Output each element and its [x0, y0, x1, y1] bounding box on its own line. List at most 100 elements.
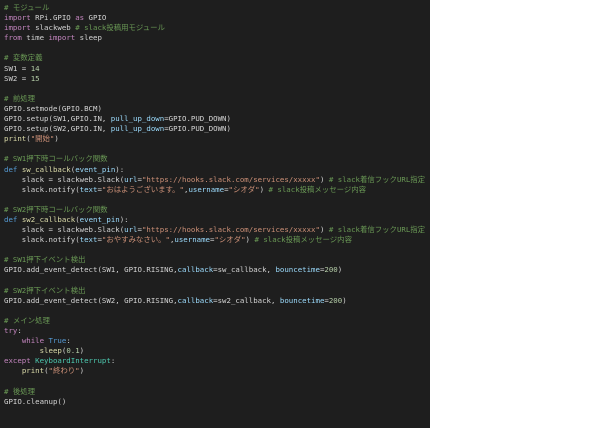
code-token: GPIO.setup(SW2,GPIO.IN,: [4, 124, 111, 134]
code-token: GPIO.setup(SW1,GPIO.IN,: [4, 114, 111, 124]
code-line: print("開始"): [4, 134, 425, 144]
code-line: while True:: [4, 336, 425, 346]
code-line: from time import sleep: [4, 33, 425, 43]
code-token: "シオダ": [228, 184, 260, 194]
code-token: ):: [115, 164, 125, 174]
code-line: # モジュール: [4, 3, 425, 13]
code-token: GPIO.add_event_detect(SW1, GPIO.RISING,: [4, 265, 178, 275]
code-token: ): [54, 134, 59, 144]
code-line: GPIO.setmode(GPIO.BCM): [4, 104, 425, 114]
code-token: pull_up_down: [110, 114, 165, 124]
code-token: # slack着信フックURL指定: [328, 225, 426, 235]
code-token: SW1 =: [4, 63, 31, 73]
code-line: slack.notify(text="おはようございます。",username=…: [4, 185, 425, 195]
code-token: username: [174, 235, 211, 245]
code-line: # SW1押下時コールバック関数: [4, 154, 425, 164]
code-token: print: [4, 134, 27, 144]
code-token: "終わり": [48, 366, 80, 376]
code-token: sw2_callback: [21, 214, 76, 224]
code-token: # SW2押下イベント検出: [4, 285, 86, 295]
code-line: slack.notify(text="おやすみなさい。",username="シ…: [4, 235, 425, 245]
code-line: slack = slackweb.Slack(url="https://hook…: [4, 175, 425, 185]
code-token: slackweb: [30, 23, 76, 33]
code-token: GPIO.add_event_detect(SW2, GPIO.RISING,: [4, 295, 178, 305]
code-line: GPIO.add_event_detect(SW2, GPIO.RISING,c…: [4, 296, 425, 306]
code-token: ): [342, 295, 347, 305]
code-token: "シオダ": [214, 235, 246, 245]
code-token: event_pin: [79, 214, 120, 224]
code-line: import RPi.GPIO as GPIO: [4, 13, 425, 23]
code-token: :: [17, 326, 22, 335]
code-line: try:: [4, 326, 425, 336]
code-token: 200: [324, 265, 338, 275]
code-token: bouncetime: [279, 295, 325, 305]
code-token: # モジュール: [4, 3, 50, 12]
code-line: sleep(0.1): [4, 346, 425, 356]
code-line: # 変数定義: [4, 53, 425, 63]
code-line: GPIO.add_event_detect(SW1, GPIO.RISING,c…: [4, 265, 425, 275]
code-token: callback: [177, 265, 214, 275]
code-block[interactable]: # モジュール import RPi.GPIO as GPIO import sla…: [4, 3, 425, 407]
code-token: # SW1押下時コールバック関数: [4, 154, 108, 164]
code-token: =GPIO.PUD_DOWN): [164, 124, 231, 134]
code-token: def: [4, 214, 18, 224]
code-line: GPIO.setup(SW1,GPIO.IN, pull_up_down=GPI…: [4, 114, 425, 124]
code-token: RPi.GPIO: [30, 13, 76, 23]
code-token: ): [79, 366, 85, 376]
code-token: as: [75, 13, 85, 23]
code-line: # 前処理: [4, 94, 425, 104]
code-token: # 前処理: [4, 93, 36, 103]
code-token: 15: [30, 73, 40, 83]
code-token: :: [110, 356, 116, 366]
code-token: import: [4, 13, 31, 23]
code-token: ):: [119, 214, 129, 224]
code-token: url: [124, 174, 138, 184]
code-line: print("終わり"): [4, 366, 425, 376]
code-token: "https://hooks.slack.com/services/xxxxx": [141, 174, 320, 184]
code-line: except KeyboardInterrupt:: [4, 356, 425, 366]
blank-area: [430, 0, 615, 428]
code-token: "https://hooks.slack.com/services/xxxxx": [141, 225, 320, 235]
code-token: 200: [328, 295, 343, 305]
code-editor[interactable]: # モジュール import RPi.GPIO as GPIO import sla…: [0, 0, 430, 428]
code-token: # SW2押下時コールバック関数: [4, 204, 108, 214]
code-token: pull_up_down: [110, 124, 165, 134]
code-token: while: [21, 336, 45, 346]
code-token: slack = slackweb.Slack(: [4, 174, 125, 184]
code-line: # 後処理: [4, 387, 425, 397]
code-token: True: [48, 336, 67, 346]
code-token: "おやすみなさい。": [101, 235, 170, 245]
code-token: 0.1: [66, 346, 80, 356]
code-token: import: [4, 23, 31, 33]
code-token: try: [4, 326, 18, 335]
code-token: "開始": [30, 134, 55, 144]
code-line: # SW2押下イベント検出: [4, 286, 425, 296]
code-line: import slackweb # slack投稿用モジュール: [4, 23, 425, 33]
code-token: # SW1押下イベント検出: [4, 255, 86, 265]
code-token: print: [21, 366, 45, 376]
code-token: username: [188, 184, 225, 194]
code-token: # slack投稿メッセージ内容: [268, 184, 367, 194]
code-token: "おはようございます。": [101, 184, 184, 194]
code-token: time: [21, 33, 49, 43]
code-token: # 変数定義: [4, 53, 43, 63]
code-token: sleep: [75, 33, 102, 43]
code-token: from: [4, 33, 22, 43]
code-token: text: [79, 235, 98, 245]
code-token: GPIO: [84, 13, 107, 23]
code-token: bouncetime: [275, 265, 320, 275]
code-line: # SW1押下イベント検出: [4, 255, 425, 265]
code-token: callback: [177, 295, 214, 305]
code-token: :: [66, 336, 71, 346]
code-token: ): [319, 225, 329, 235]
code-token: =sw2_callback,: [213, 295, 280, 305]
code-token: ): [79, 346, 85, 356]
